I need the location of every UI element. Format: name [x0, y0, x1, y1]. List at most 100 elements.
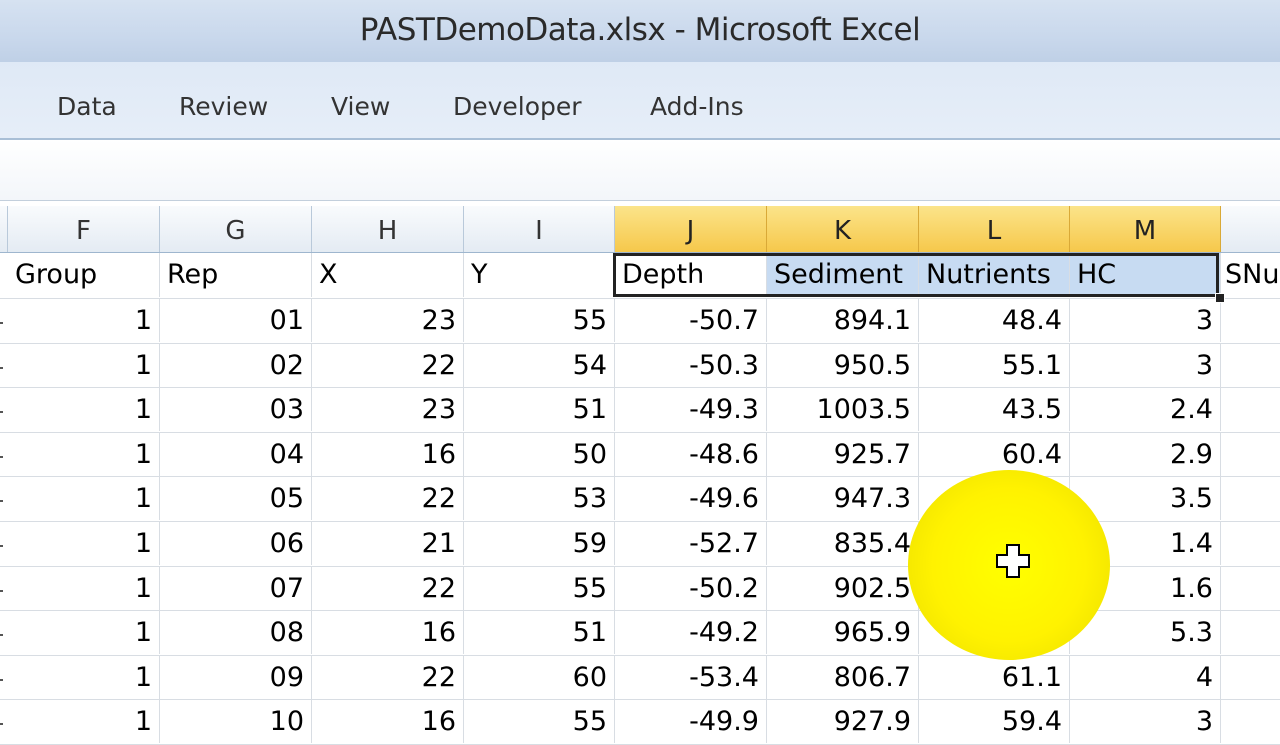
cell-group[interactable]: 1 — [8, 610, 160, 655]
cell-rep[interactable]: 01 — [160, 298, 312, 342]
cell-snu[interactable] — [1221, 566, 1280, 610]
cell-x[interactable]: 16 — [312, 610, 464, 655]
cell-depth[interactable]: -49.3 — [615, 387, 767, 432]
cell-rep[interactable]: 04 — [160, 431, 312, 476]
cell-sediment[interactable]: 806.7 — [767, 654, 919, 699]
cell-x[interactable]: 16 — [312, 431, 464, 476]
cell-sediment[interactable]: 965.9 — [767, 610, 919, 655]
cell-rep[interactable]: 08 — [160, 610, 312, 655]
cell-depth[interactable]: -50.3 — [615, 342, 767, 387]
cell-header-sediment[interactable]: Sediment — [767, 253, 919, 297]
cell-snu[interactable] — [1221, 432, 1280, 476]
cell-nutrients[interactable]: 43.5 — [919, 387, 1070, 432]
cell-snu[interactable] — [1221, 476, 1280, 520]
cell-snu[interactable] — [1221, 387, 1280, 431]
cell-depth[interactable]: -49.2 — [615, 610, 767, 655]
cell-group[interactable]: 1 — [8, 521, 160, 565]
cell-sediment[interactable]: 894.1 — [767, 298, 919, 342]
cell-nutrients[interactable]: 48.4 — [919, 298, 1070, 342]
cell-hc[interactable]: 4 — [1070, 654, 1221, 699]
cell-hc[interactable]: 1.4 — [1070, 521, 1221, 565]
cell-nutrients[interactable]: 61.1 — [919, 654, 1070, 699]
cell-sediment[interactable]: 927.9 — [767, 699, 919, 744]
cell-y[interactable]: 50 — [464, 431, 615, 476]
cell-hc[interactable]: 5.3 — [1070, 610, 1221, 655]
cell-header-depth[interactable]: Depth — [615, 253, 767, 297]
cell-group[interactable]: 1 — [8, 654, 160, 699]
column-header-f[interactable]: F — [8, 206, 160, 252]
cell-group[interactable]: 1 — [8, 565, 160, 610]
cell-depth[interactable]: -52.7 — [615, 521, 767, 565]
cell-y[interactable]: 51 — [464, 387, 615, 432]
cell-snu[interactable] — [1221, 610, 1280, 654]
column-header-l[interactable]: L — [919, 206, 1070, 252]
cell-rep[interactable]: 06 — [160, 521, 312, 565]
tab-data[interactable]: Data — [57, 92, 117, 121]
cell-hc[interactable]: 3 — [1070, 699, 1221, 744]
cell-header-x[interactable]: X — [312, 253, 464, 297]
cell-rep[interactable]: 05 — [160, 476, 312, 521]
fill-handle[interactable] — [1215, 293, 1225, 303]
cell-nutrients[interactable]: 56.7 — [919, 610, 1070, 655]
cell-x[interactable]: 22 — [312, 654, 464, 699]
cell-y[interactable]: 59 — [464, 521, 615, 565]
column-header-n[interactable] — [1221, 206, 1280, 252]
cell-group[interactable]: 1 — [8, 431, 160, 476]
cell-group[interactable]: 1 — [8, 476, 160, 521]
cell-sediment[interactable]: 950.5 — [767, 342, 919, 387]
cell-x[interactable]: 22 — [312, 565, 464, 610]
cell-y[interactable]: 55 — [464, 298, 615, 342]
spreadsheet-grid[interactable]: F G H I J K L M Group Rep X Y Depth Sedi… — [0, 206, 1280, 745]
cell-x[interactable]: 21 — [312, 521, 464, 565]
cell-y[interactable]: 51 — [464, 610, 615, 655]
cell-rep[interactable]: 07 — [160, 565, 312, 610]
cell-rep[interactable]: 03 — [160, 387, 312, 432]
tab-review[interactable]: Review — [179, 92, 268, 121]
cell-depth[interactable]: -49.9 — [615, 699, 767, 744]
column-header-g[interactable]: G — [160, 206, 312, 252]
cell-x[interactable]: 22 — [312, 476, 464, 521]
tab-view[interactable]: View — [331, 92, 390, 121]
column-header-k[interactable]: K — [767, 206, 919, 252]
cell-depth[interactable]: -50.7 — [615, 298, 767, 342]
cell-sediment[interactable]: 835.4 — [767, 521, 919, 565]
cell-nutrients[interactable]: 65.3 — [919, 476, 1070, 521]
cell-hc[interactable]: 3 — [1070, 342, 1221, 387]
cell-y[interactable]: 53 — [464, 476, 615, 521]
cell-sediment[interactable]: 1003.5 — [767, 387, 919, 432]
cell-header-y[interactable]: Y — [464, 253, 615, 297]
cell-header-snu[interactable]: SNu — [1221, 253, 1280, 297]
cell-header-nutrients[interactable]: Nutrients — [919, 253, 1070, 297]
cell-depth[interactable]: -48.6 — [615, 431, 767, 476]
cell-group[interactable]: 1 — [8, 699, 160, 744]
cell-snu[interactable] — [1221, 298, 1280, 342]
cell-nutrients[interactable]: 55.1 — [919, 342, 1070, 387]
cell-header-group[interactable]: Group — [8, 253, 160, 297]
cell-header-rep[interactable]: Rep — [160, 253, 312, 297]
column-header-m[interactable]: M — [1070, 206, 1221, 252]
cell-y[interactable]: 60 — [464, 654, 615, 699]
cell-hc[interactable]: 2.4 — [1070, 387, 1221, 432]
cell-snu[interactable] — [1221, 699, 1280, 743]
cell-nutrients[interactable]: 60.4 — [919, 431, 1070, 476]
cell-x[interactable]: 23 — [312, 298, 464, 342]
cell-rep[interactable]: 09 — [160, 654, 312, 699]
cell-group[interactable]: 1 — [8, 298, 160, 342]
cell-x[interactable]: 23 — [312, 387, 464, 432]
cell-x[interactable]: 16 — [312, 699, 464, 744]
cell-y[interactable]: 55 — [464, 565, 615, 610]
cell-hc[interactable]: 2.9 — [1070, 431, 1221, 476]
cell-snu[interactable] — [1221, 343, 1280, 387]
cell-hc[interactable]: 3 — [1070, 298, 1221, 342]
column-header-j[interactable]: J — [615, 206, 767, 252]
cell-sediment[interactable]: 902.5 — [767, 565, 919, 610]
tab-add-ins[interactable]: Add-Ins — [650, 92, 744, 121]
cell-nutrients[interactable]: 62.6 — [919, 565, 1070, 610]
cell-depth[interactable]: -53.4 — [615, 654, 767, 699]
cell-y[interactable]: 54 — [464, 342, 615, 387]
cell-x[interactable]: 22 — [312, 342, 464, 387]
cell-header-hc[interactable]: HC — [1070, 253, 1221, 297]
cell-sediment[interactable]: 925.7 — [767, 431, 919, 476]
cell-hc[interactable]: 1.6 — [1070, 565, 1221, 610]
cell-rep[interactable]: 10 — [160, 699, 312, 744]
